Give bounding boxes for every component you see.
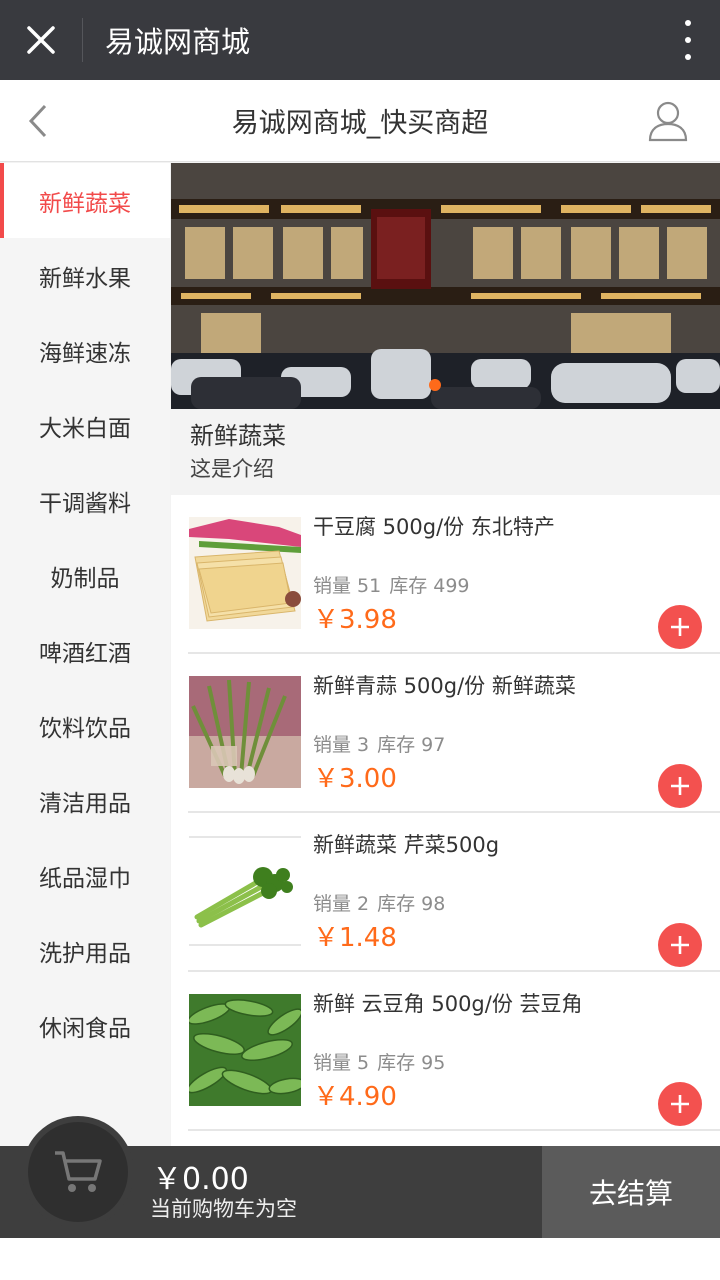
product-name: 新鲜 云豆角 500g/份 芸豆角 [313,992,583,1016]
sidebar-item-snacks[interactable]: 休闲食品 [0,988,170,1063]
sidebar-item-seafood-frozen[interactable]: 海鲜速冻 [0,313,170,388]
sidebar-item-cleaning[interactable]: 清洁用品 [0,763,170,838]
add-to-cart-button[interactable] [658,605,702,649]
sidebar-item-label: 海鲜速冻 [39,340,131,367]
product-panel: 新鲜蔬菜 这是介绍 干豆腐 500g/份 东北特产 销量 51 库存 499 ￥3… [171,163,720,1146]
more-dot-icon [685,20,691,26]
sidebar-item-label: 奶制品 [50,565,120,592]
more-dot-icon [685,37,691,43]
garlic-image [189,676,301,788]
cart-status: 当前购物车为空 [150,1197,297,1221]
page-title: 易诚网商城_快买商超 [231,108,489,139]
product-item[interactable]: 新鲜 云豆角 500g/份 芸豆角 销量 5 库存 95 ￥4.90 [188,972,720,1131]
close-button[interactable] [0,0,82,80]
sidebar-item-label: 清洁用品 [39,790,131,817]
divider [82,18,83,62]
product-meta: 销量 5 库存 95 [313,1048,453,1075]
sidebar-item-personal-care[interactable]: 洗护用品 [0,913,170,988]
product-image-green-garlic[interactable] [189,676,301,788]
category-sidebar: 新鲜蔬菜 新鲜水果 海鲜速冻 大米白面 干调酱料 奶制品 啤酒红酒 饮料饮品 清… [0,163,170,1146]
add-to-cart-button[interactable] [658,1082,702,1126]
sidebar-item-label: 新鲜蔬菜 [39,190,131,217]
more-menu-button[interactable] [680,20,696,60]
category-info: 新鲜蔬菜 这是介绍 [171,409,720,495]
product-name: 新鲜蔬菜 芹菜500g [313,833,500,857]
close-icon [27,26,55,54]
category-name: 新鲜蔬菜 [190,422,286,450]
sidebar-item-label: 干调酱料 [39,490,131,517]
product-meta: 销量 3 库存 97 [313,730,453,757]
product-price: ￥1.48 [313,923,397,953]
cart-bar: ￥0.00 当前购物车为空 去结算 [0,1116,720,1238]
tofu-image [189,517,301,629]
sidebar-item-label: 洗护用品 [39,940,131,967]
product-stock: 库存 499 [389,575,470,597]
sidebar-item-fresh-fruit[interactable]: 新鲜水果 [0,238,170,313]
category-description: 这是介绍 [190,457,274,481]
store-banner-image[interactable] [171,163,720,409]
product-stock: 库存 97 [377,734,446,756]
product-item[interactable]: 新鲜青蒜 500g/份 新鲜蔬菜 销量 3 库存 97 ￥3.00 [188,654,720,813]
plus-icon [671,618,689,636]
product-image-green-beans[interactable] [189,994,301,1106]
product-meta: 销量 51 库存 499 [313,571,478,598]
sidebar-item-dairy[interactable]: 奶制品 [0,538,170,613]
product-price: ￥3.00 [313,764,397,794]
product-name: 干豆腐 500g/份 东北特产 [313,515,555,539]
more-dot-icon [685,54,691,60]
product-sales: 销量 2 [313,893,370,915]
product-image-celery[interactable] [189,835,301,947]
shopping-cart-icon [55,1151,102,1192]
sidebar-item-label: 新鲜水果 [39,265,131,292]
sidebar-item-label: 饮料饮品 [39,715,131,742]
product-name: 新鲜青蒜 500g/份 新鲜蔬菜 [313,674,576,698]
plus-icon [671,777,689,795]
product-item[interactable]: 干豆腐 500g/份 东北特产 销量 51 库存 499 ￥3.98 [188,495,720,654]
product-sales: 销量 5 [313,1052,370,1074]
product-meta: 销量 2 库存 98 [313,889,453,916]
sidebar-item-rice-flour[interactable]: 大米白面 [0,388,170,463]
add-to-cart-button[interactable] [658,923,702,967]
product-image-dried-tofu[interactable] [189,517,301,629]
wechat-title-bar: 易诚网商城 [0,0,720,80]
back-button[interactable] [18,98,58,144]
product-sales: 销量 51 [313,575,382,597]
product-price: ￥3.98 [313,605,397,635]
cart-total: ￥0.00 [152,1162,249,1197]
sidebar-item-beverages[interactable]: 饮料饮品 [0,688,170,763]
storefront-photo [171,163,720,409]
page-header: 易诚网商城_快买商超 [0,80,720,162]
beans-image [189,994,301,1106]
plus-icon [671,936,689,954]
sidebar-item-condiments[interactable]: 干调酱料 [0,463,170,538]
chevron-left-icon [28,104,47,138]
checkout-button[interactable]: 去结算 [542,1146,720,1238]
bottom-area [0,1238,720,1280]
add-to-cart-button[interactable] [658,764,702,808]
product-stock: 库存 98 [377,893,446,915]
sidebar-item-fresh-vegetables[interactable]: 新鲜蔬菜 [0,163,170,238]
sidebar-item-label: 纸品湿巾 [39,865,131,892]
plus-icon [671,1095,689,1113]
product-price: ￥4.90 [313,1082,397,1112]
product-stock: 库存 95 [377,1052,446,1074]
product-sales: 销量 3 [313,734,370,756]
product-item[interactable]: 新鲜蔬菜 芹菜500g 销量 2 库存 98 ￥1.48 [188,813,720,972]
sidebar-item-beer-wine[interactable]: 啤酒红酒 [0,613,170,688]
celery-image [189,835,301,947]
sidebar-item-label: 啤酒红酒 [39,640,131,667]
cart-button[interactable] [22,1116,134,1228]
user-icon [648,101,688,142]
sidebar-item-paper-wipes[interactable]: 纸品湿巾 [0,838,170,913]
user-profile-button[interactable] [646,98,690,144]
sidebar-item-label: 休闲食品 [39,1015,131,1042]
carousel-indicator-dot[interactable] [429,379,441,391]
wechat-title: 易诚网商城 [105,25,251,59]
sidebar-item-label: 大米白面 [39,415,131,442]
